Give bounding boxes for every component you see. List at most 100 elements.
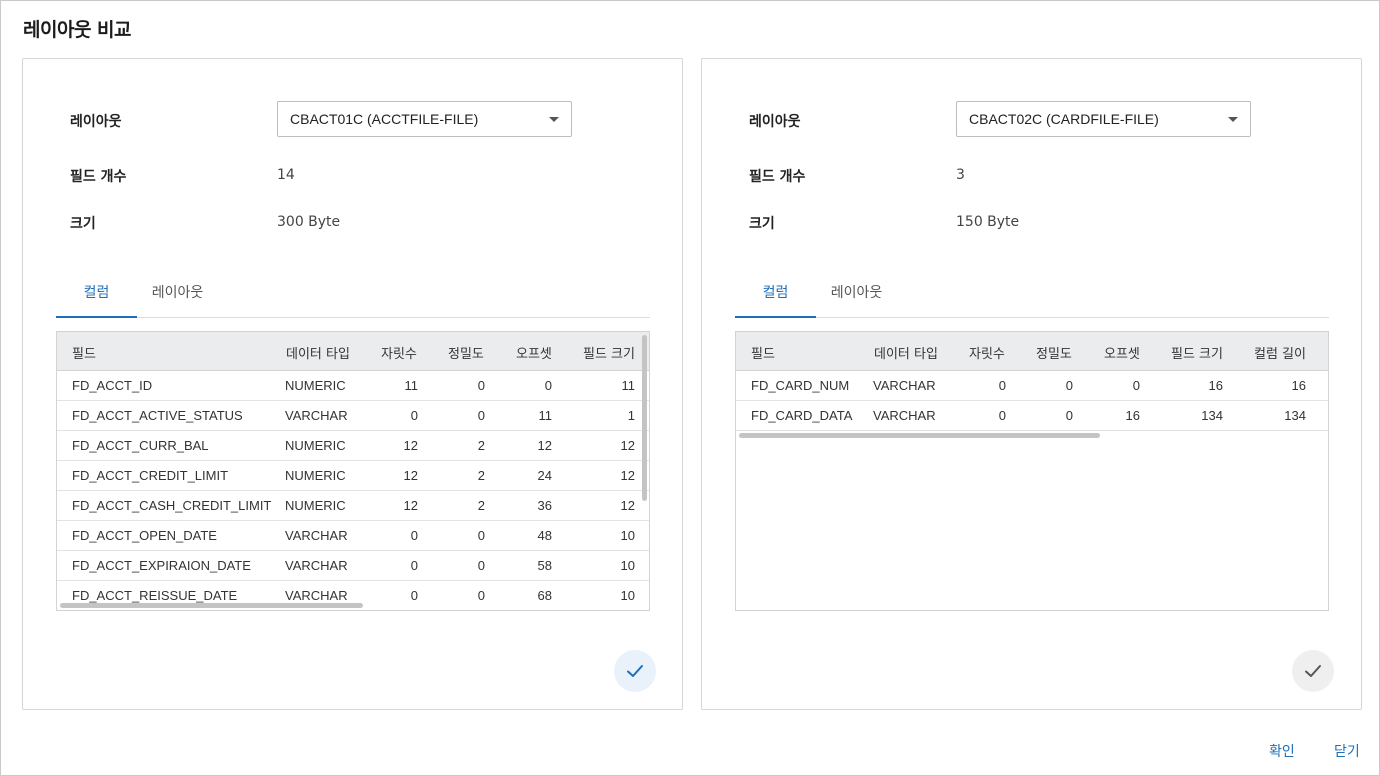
column-header-column-length[interactable]: 컬럼 길이: [1254, 343, 1306, 362]
cell-offset: 0: [1132, 378, 1140, 393]
table-row[interactable]: FD_CARD_DATA VARCHAR 0 0 16 134 134: [736, 401, 1328, 431]
field-count-label: 필드 개수: [749, 169, 806, 185]
cell-field: FD_ACCT_CASH_CREDIT_LIMIT: [72, 498, 272, 513]
right-layout-select[interactable]: CBACT02C (CARDFILE-FILE): [956, 101, 1251, 137]
column-header-field-size[interactable]: 필드 크기: [583, 343, 635, 362]
size-label: 크기: [749, 216, 775, 232]
table-row[interactable]: FD_ACCT_ID NUMERIC 11 0 0 11: [57, 371, 649, 401]
check-icon: [1305, 665, 1321, 677]
cell-field-size: 16: [1208, 378, 1223, 393]
confirm-button[interactable]: 확인: [1269, 741, 1295, 761]
cell-field-size: 10: [620, 528, 635, 543]
layout-label: 레이아웃: [749, 114, 801, 130]
cell-offset: 12: [537, 438, 552, 453]
cell-digits: 0: [998, 408, 1006, 423]
cell-precision: 2: [477, 468, 485, 483]
close-button[interactable]: 닫기: [1334, 741, 1360, 761]
table-row[interactable]: FD_ACCT_CURR_BAL NUMERIC 12 2 12 12: [57, 431, 649, 461]
right-tab-columns[interactable]: 컬럼: [735, 277, 816, 318]
left-layout-select[interactable]: CBACT01C (ACCTFILE-FILE): [277, 101, 572, 137]
cell-field-size: 12: [620, 498, 635, 513]
right-layout-select-value: CBACT02C (CARDFILE-FILE): [969, 111, 1159, 127]
cell-precision: 0: [1065, 378, 1073, 393]
grid-header: 필드 데이터 타입 자릿수 정밀도 오프셋 필드 크기 컬럼 길이: [736, 332, 1328, 371]
left-apply-button[interactable]: [614, 650, 656, 692]
cell-field: FD_ACCT_CURR_BAL: [72, 438, 209, 453]
cell-field-size: 12: [620, 438, 635, 453]
cell-digits: 0: [410, 528, 418, 543]
cell-data-type: VARCHAR: [873, 378, 936, 393]
cell-data-type: NUMERIC: [285, 378, 346, 393]
left-grid-vertical-scrollbar[interactable]: [642, 335, 647, 501]
cell-field-size: 1: [627, 408, 635, 423]
cell-data-type: NUMERIC: [285, 438, 346, 453]
cell-precision: 0: [477, 408, 485, 423]
table-row[interactable]: FD_ACCT_CREDIT_LIMIT NUMERIC 12 2 24 12: [57, 461, 649, 491]
table-row[interactable]: FD_ACCT_CASH_CREDIT_LIMIT NUMERIC 12 2 36 12: [57, 491, 649, 521]
left-grid-horizontal-scrollbar[interactable]: [60, 603, 363, 608]
left-tab-columns[interactable]: 컬럼: [56, 277, 137, 318]
cell-field: FD_ACCT_REISSUE_DATE: [72, 588, 238, 603]
cell-field: FD_ACCT_ID: [72, 378, 153, 393]
cell-offset: 48: [537, 528, 552, 543]
right-apply-button[interactable]: [1292, 650, 1334, 692]
table-row[interactable]: FD_ACCT_OPEN_DATE VARCHAR 0 0 48 10: [57, 521, 649, 551]
column-header-field-size[interactable]: 필드 크기: [1171, 343, 1223, 362]
layout-label: 레이아웃: [70, 114, 122, 130]
table-row[interactable]: FD_ACCT_ACTIVE_STATUS VARCHAR 0 0 11 1: [57, 401, 649, 431]
chevron-down-icon: [549, 117, 559, 122]
table-row[interactable]: FD_ACCT_EXPIRAION_DATE VARCHAR 0 0 58 10: [57, 551, 649, 581]
left-field-count-value: 14: [277, 167, 295, 183]
cell-offset: 24: [537, 468, 552, 483]
column-header-data-type[interactable]: 데이터 타입: [286, 343, 350, 362]
cell-field: FD_ACCT_EXPIRAION_DATE: [72, 558, 251, 573]
table-row[interactable]: FD_CARD_NUM VARCHAR 0 0 0 16 16: [736, 371, 1328, 401]
cell-offset: 36: [537, 498, 552, 513]
grid-header: 필드 데이터 타입 자릿수 정밀도 오프셋 필드 크기: [57, 332, 649, 371]
column-header-data-type[interactable]: 데이터 타입: [874, 343, 938, 362]
column-header-offset[interactable]: 오프셋: [1104, 343, 1140, 362]
cell-precision: 2: [477, 438, 485, 453]
right-field-count-value: 3: [956, 167, 965, 183]
cell-field-size: 11: [621, 378, 636, 393]
cell-data-type: VARCHAR: [285, 408, 348, 423]
cell-precision: 0: [477, 558, 485, 573]
cell-field: FD_ACCT_ACTIVE_STATUS: [72, 408, 243, 423]
chevron-down-icon: [1228, 117, 1238, 122]
cell-digits: 12: [403, 468, 418, 483]
column-header-field[interactable]: 필드: [72, 343, 96, 362]
cell-precision: 0: [477, 378, 485, 393]
column-header-field[interactable]: 필드: [751, 343, 775, 362]
cell-field: FD_ACCT_CREDIT_LIMIT: [72, 468, 229, 483]
cell-precision: 0: [477, 528, 485, 543]
cell-digits: 0: [410, 588, 418, 603]
cell-field-size: 10: [620, 588, 635, 603]
cell-digits: 0: [410, 558, 418, 573]
cell-data-type: VARCHAR: [285, 588, 348, 603]
column-header-digits[interactable]: 자릿수: [969, 343, 1005, 362]
column-header-precision[interactable]: 정밀도: [448, 343, 484, 362]
cell-offset: 0: [544, 378, 552, 393]
cell-offset: 16: [1125, 408, 1140, 423]
column-header-offset[interactable]: 오프셋: [516, 343, 552, 362]
layout-compare-dialog: 레이아웃 비교 레이아웃 CBACT01C (ACCTFILE-FILE) 필드…: [0, 0, 1380, 776]
left-tab-layout[interactable]: 레이아웃: [137, 277, 218, 318]
check-icon: [627, 665, 643, 677]
cell-digits: 0: [998, 378, 1006, 393]
right-tab-bar: 컬럼 레이아웃: [735, 277, 1329, 318]
cell-data-type: NUMERIC: [285, 498, 346, 513]
right-layout-panel: 레이아웃 CBACT02C (CARDFILE-FILE) 필드 개수 3 크기…: [701, 58, 1362, 710]
cell-data-type: NUMERIC: [285, 468, 346, 483]
left-size-value: 300 Byte: [277, 214, 341, 230]
left-column-grid: 필드 데이터 타입 자릿수 정밀도 오프셋 필드 크기 FD_ACCT_ID NU…: [56, 331, 650, 611]
field-count-label: 필드 개수: [70, 169, 127, 185]
right-column-grid: 필드 데이터 타입 자릿수 정밀도 오프셋 필드 크기 컬럼 길이 FD_CAR…: [735, 331, 1329, 611]
right-tab-layout[interactable]: 레이아웃: [816, 277, 897, 318]
right-size-value: 150 Byte: [956, 214, 1020, 230]
cell-offset: 58: [537, 558, 552, 573]
cell-precision: 0: [1065, 408, 1073, 423]
left-layout-select-value: CBACT01C (ACCTFILE-FILE): [290, 111, 479, 127]
right-grid-horizontal-scrollbar[interactable]: [739, 433, 1100, 438]
column-header-digits[interactable]: 자릿수: [381, 343, 417, 362]
column-header-precision[interactable]: 정밀도: [1036, 343, 1072, 362]
